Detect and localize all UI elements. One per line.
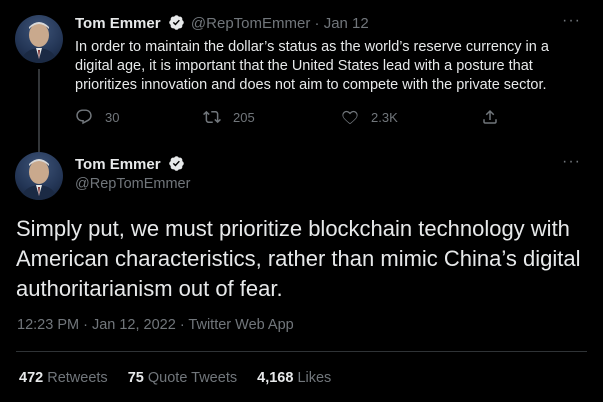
tweet-text: In order to maintain the dollar’s status…: [75, 39, 549, 93]
likes-label: Likes: [297, 370, 332, 386]
tweet-actions: 30 205 2.3K: [75, 108, 505, 128]
share-icon: [483, 109, 497, 124]
retweet-count: 205: [233, 109, 255, 125]
tweet-date[interactable]: Jan 12: [324, 15, 369, 32]
retweets-stat[interactable]: 472 Retweets: [19, 370, 108, 386]
verified-badge-icon: [168, 155, 185, 177]
more-icon[interactable]: ···: [562, 153, 581, 171]
quote-tweets-label: Quote Tweets: [147, 370, 238, 386]
verified-badge-icon: [168, 14, 185, 35]
more-icon[interactable]: ···: [562, 12, 581, 30]
separator: ·: [314, 15, 320, 32]
author-handle[interactable]: @RepTomEmmer: [75, 176, 190, 192]
reply-count: 30: [105, 109, 120, 125]
tweet-stats: 472 Retweets 75 Quote Tweets 4,168 Likes: [19, 370, 347, 386]
quote-tweets-count: 75: [127, 370, 144, 386]
tweet-timestamp[interactable]: 12:23 PM · Jan 12, 2022 · Twitter Web Ap…: [17, 317, 294, 333]
like-button[interactable]: 2.3K: [341, 108, 398, 126]
retweets-count: 472: [19, 370, 44, 386]
author-handle[interactable]: @RepTomEmmer: [191, 15, 310, 32]
share-button[interactable]: [481, 108, 511, 126]
quote-tweets-stat[interactable]: 75 Quote Tweets: [128, 370, 237, 386]
reply-icon: [76, 109, 92, 125]
like-icon: [342, 110, 358, 125]
divider: [16, 351, 587, 352]
retweet-icon: [203, 110, 221, 124]
thread-line: [38, 69, 40, 153]
author-name-row: Tom Emmer: [75, 155, 185, 177]
avatar[interactable]: [15, 15, 63, 63]
retweets-label: Retweets: [47, 370, 108, 386]
tweet-header: Tom Emmer @RepTomEmmer · Jan 12: [75, 14, 369, 35]
like-count: 2.3K: [371, 109, 398, 125]
likes-stat[interactable]: 4,168 Likes: [257, 370, 331, 386]
author-name[interactable]: Tom Emmer: [75, 15, 161, 32]
likes-count: 4,168: [257, 370, 294, 386]
retweet-button[interactable]: 205: [203, 108, 255, 126]
avatar[interactable]: [15, 152, 63, 200]
tweet-text: Simply put, we must prioritize blockchai…: [16, 216, 581, 301]
author-name[interactable]: Tom Emmer: [75, 156, 161, 173]
reply-button[interactable]: 30: [75, 108, 119, 126]
